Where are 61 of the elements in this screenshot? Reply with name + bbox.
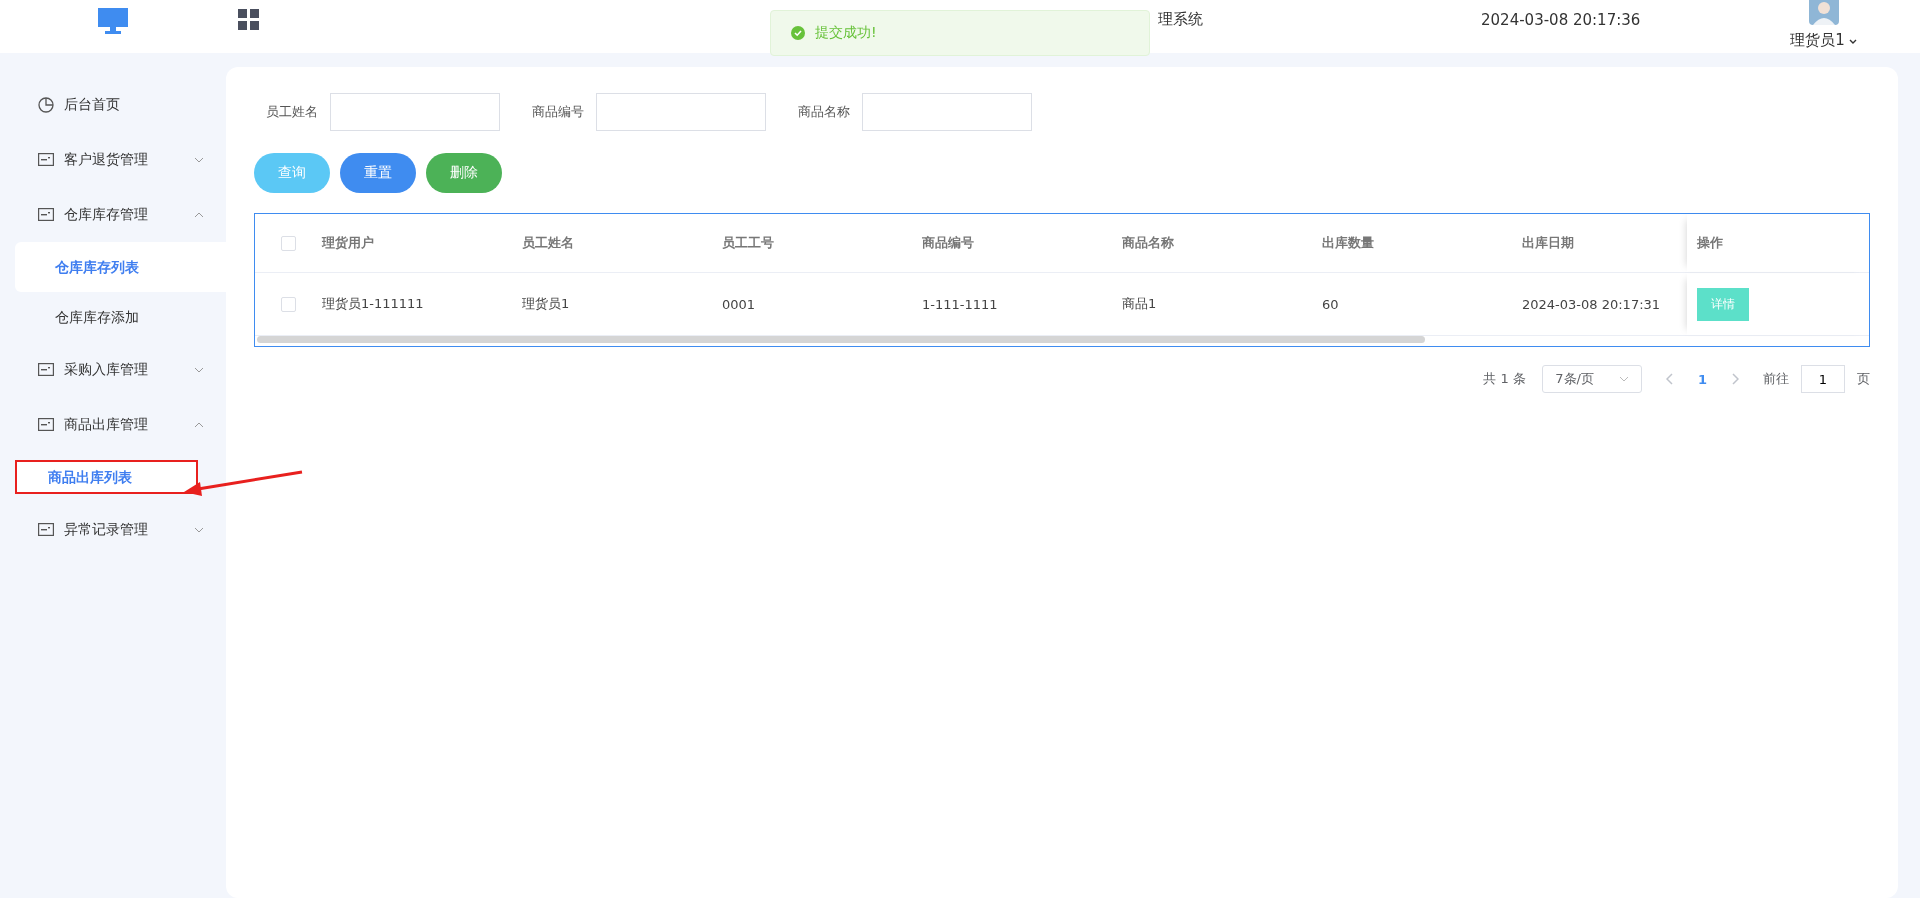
scrollbar-thumb[interactable]	[257, 336, 1425, 343]
column-header: 操作	[1687, 214, 1869, 272]
table-cell-text: 2024-03-08 20:17:31	[1522, 296, 1662, 312]
column-header: 员工姓名	[522, 234, 575, 252]
menu-group[interactable]: 异常记录管理	[0, 502, 226, 557]
submenu-item[interactable]: 商品出库列表	[15, 460, 198, 494]
chevron-icon	[194, 211, 204, 218]
check-circle-icon	[791, 26, 805, 40]
next-page-icon[interactable]	[1731, 373, 1739, 385]
monitor-icon	[97, 7, 128, 34]
column-header: 商品编号	[922, 234, 975, 252]
total-count: 共 1 条	[1483, 370, 1526, 388]
datetime: 2024-03-08 20:17:36	[1481, 10, 1641, 29]
card-icon	[38, 363, 54, 376]
column-header: 出库数量	[1322, 234, 1375, 252]
menu-group[interactable]: 仓库库存管理	[0, 187, 226, 242]
submenu-item[interactable]: 仓库库存添加	[15, 292, 226, 342]
toast-message: 提交成功!	[815, 24, 877, 42]
checkbox[interactable]	[281, 235, 296, 251]
column-header: 理货用户	[322, 234, 375, 252]
chevron-icon	[194, 421, 204, 428]
table-cell-text: 理货员1-111111	[322, 295, 425, 313]
table-cell-text: 1-111-1111	[922, 296, 999, 312]
checkbox[interactable]	[281, 296, 296, 312]
pie-chart-icon	[38, 96, 54, 113]
filter-label: 商品编号	[531, 103, 584, 121]
chevron-icon	[1618, 376, 1629, 382]
table-cell-text: 商品1	[1122, 295, 1158, 313]
card-icon	[38, 208, 54, 221]
table-cell-text: 理货员1	[522, 295, 571, 313]
input-field[interactable]	[330, 93, 500, 131]
page-size-select[interactable]: 7条/页	[1541, 365, 1642, 393]
grid-icon[interactable]	[238, 8, 260, 31]
caret-icon[interactable]	[1848, 38, 1857, 44]
column-header: 商品名称	[1122, 234, 1175, 252]
system-title: 理系统	[1158, 10, 1203, 29]
column-header: 员工工号	[722, 234, 775, 252]
input-field[interactable]	[862, 93, 1032, 131]
menu-item[interactable]: 后台首页	[0, 77, 226, 132]
card-icon	[38, 153, 54, 166]
filter-label: 员工姓名	[265, 103, 318, 121]
column-header: 出库日期	[1522, 234, 1575, 252]
prev-page-icon[interactable]	[1665, 373, 1674, 385]
filter-label: 商品名称	[797, 103, 850, 121]
submenu-item[interactable]: 仓库库存列表	[15, 242, 226, 292]
menu-group[interactable]: 商品出库管理	[0, 397, 226, 452]
card-icon	[38, 523, 54, 536]
user-menu[interactable]: 理货员1	[1790, 31, 1845, 50]
page-input[interactable]: 1	[1801, 365, 1845, 393]
chevron-icon	[194, 156, 204, 163]
table-cell-text: 0001	[722, 296, 757, 312]
page-suffix: 页	[1857, 370, 1870, 388]
goto-label: 前往	[1763, 370, 1789, 388]
table-cell-text: 60	[1322, 296, 1340, 312]
menu-group[interactable]: 客户退货管理	[0, 132, 226, 187]
chevron-icon	[194, 526, 204, 533]
menu-group[interactable]: 采购入库管理	[0, 342, 226, 397]
chevron-icon	[194, 366, 204, 373]
avatar-icon[interactable]	[1808, 0, 1839, 25]
input-field[interactable]	[596, 93, 766, 131]
card-icon	[38, 418, 54, 431]
